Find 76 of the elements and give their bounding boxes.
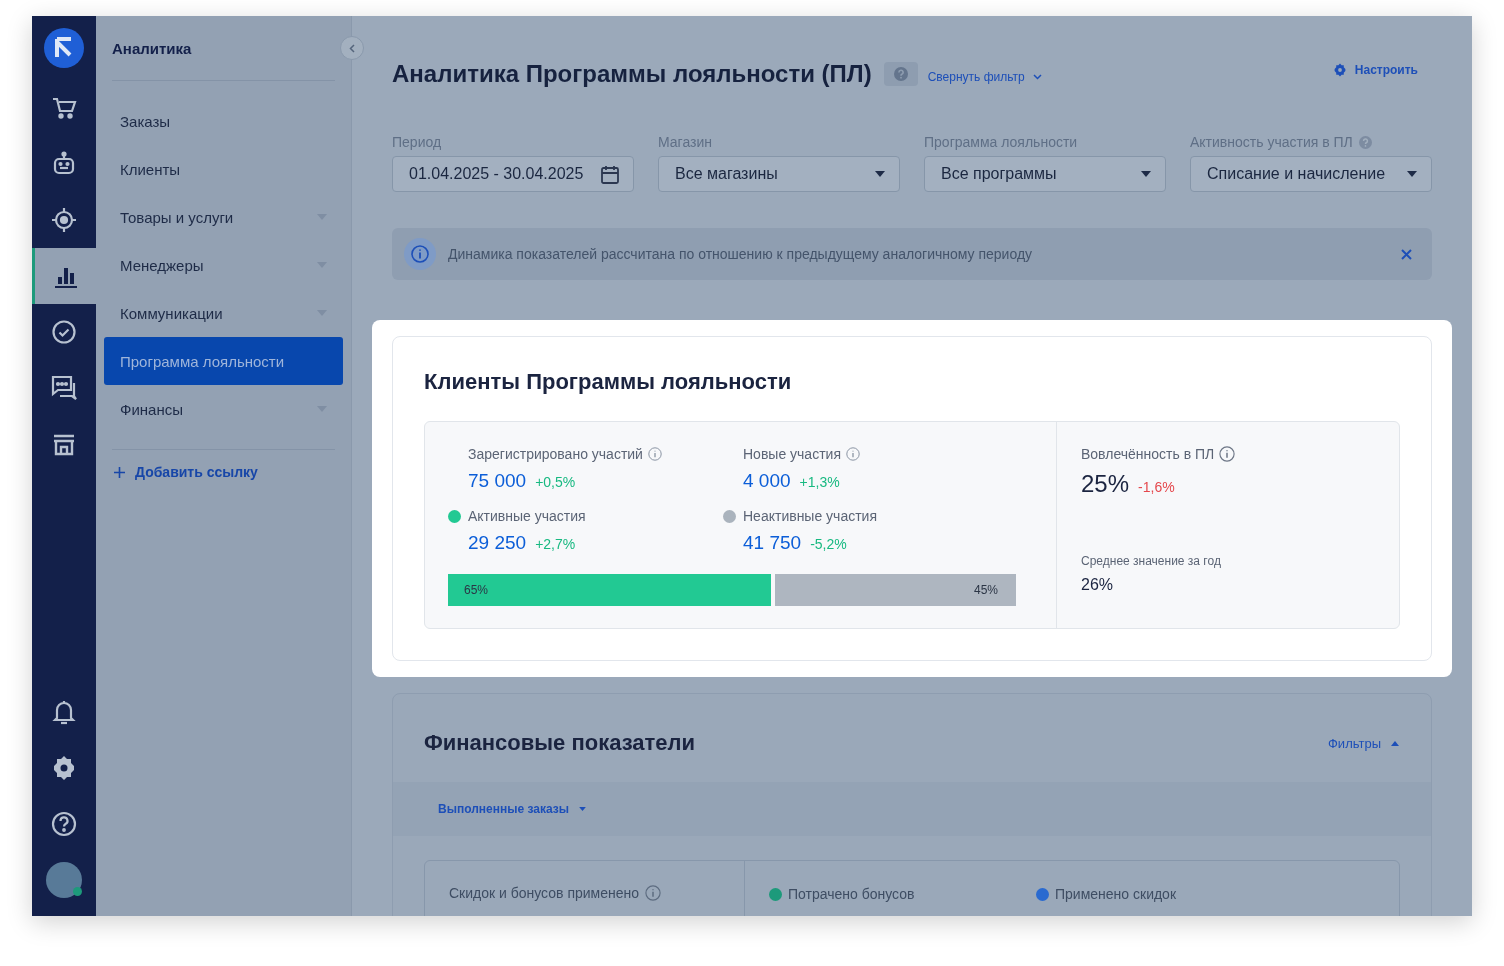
metric-change: +0,5% xyxy=(535,474,576,490)
nav-item[interactable]: Финансы xyxy=(104,385,343,433)
close-icon[interactable] xyxy=(1401,248,1412,260)
filters-toggle[interactable]: Фильтры xyxy=(1328,735,1399,751)
metric-change: -5,2% xyxy=(810,536,847,552)
settings-icon xyxy=(1332,63,1347,77)
filter-label: Активность участия в ПЛ xyxy=(1190,134,1353,150)
metric-label: Применено скидок xyxy=(1055,886,1177,902)
avatar[interactable] xyxy=(46,862,82,898)
caret-icon xyxy=(1407,171,1417,177)
metric-label: Зарегистрировано участий xyxy=(468,446,643,462)
check-circle-icon[interactable] xyxy=(51,319,77,345)
nav-item[interactable]: Программа лояльности xyxy=(104,337,343,385)
metric-value: 75 000 xyxy=(468,470,527,492)
help-icon xyxy=(1358,135,1372,149)
nav-item[interactable]: Коммуникации xyxy=(104,289,343,337)
rail-item[interactable] xyxy=(32,248,96,304)
card-title: Финансовые показатели xyxy=(424,730,696,756)
inactive-share-label: 45% xyxy=(973,583,998,597)
collapse-filter-link[interactable]: Свернуть фильтр xyxy=(927,70,1042,84)
active-share-fill: 65% xyxy=(448,574,775,606)
nav-item[interactable]: Менеджеры xyxy=(104,241,343,289)
metric-value: 4 000 xyxy=(743,470,791,492)
metric-label: Вовлечённость в ПЛ xyxy=(1081,446,1215,462)
info-icon xyxy=(1219,446,1236,462)
page-title: Аналитика Программы лояльности (ПЛ) xyxy=(392,60,872,88)
orders-dropdown[interactable]: Выполненные заказы xyxy=(438,802,586,816)
chevron-down-icon xyxy=(1032,74,1042,80)
metric-value: 41 750 xyxy=(743,532,802,554)
select-field[interactable]: Все программы xyxy=(924,156,1166,192)
calendar-icon xyxy=(601,164,619,184)
target-icon[interactable] xyxy=(51,207,77,233)
date-range-field[interactable]: 01.04.2025 - 30.04.2025 xyxy=(392,156,634,192)
nav-item[interactable]: Клиенты xyxy=(104,145,343,193)
info-icon xyxy=(645,885,662,901)
filter-label: Программа лояльности xyxy=(924,134,1078,150)
select-field[interactable]: Все магазины xyxy=(658,156,900,192)
cart-icon[interactable] xyxy=(51,95,77,121)
caret-icon xyxy=(875,171,885,177)
metric-label: Неактивные участия xyxy=(743,508,877,524)
help-icon[interactable] xyxy=(51,811,77,837)
metric-label: Новые участия xyxy=(743,446,841,462)
caret-icon xyxy=(579,807,586,811)
info-icon xyxy=(404,238,436,270)
banner-text: Динамика показателей рассчитана по отношению к предыдущему аналогичному периоду xyxy=(448,246,1033,262)
card-title: Клиенты Программы лояльности xyxy=(424,369,793,395)
average-value: 26% xyxy=(1081,576,1115,594)
filter-label: Магазин xyxy=(658,134,712,150)
metric-label: Скидок и бонусов применено xyxy=(449,885,640,901)
chat-icon[interactable] xyxy=(50,374,78,402)
select-field[interactable]: Списание и начисление xyxy=(1190,156,1432,192)
nav-title: Аналитика xyxy=(111,39,193,59)
chevron-left-icon xyxy=(349,43,355,53)
metric-label: Активные участия xyxy=(468,508,586,524)
caret-up-icon xyxy=(1391,740,1399,746)
filter-label: Период xyxy=(392,134,442,150)
caret-icon xyxy=(1141,171,1151,177)
info-icon xyxy=(845,447,860,461)
help-icon xyxy=(893,67,908,81)
robot-icon[interactable] xyxy=(51,151,77,177)
nav-item[interactable]: Заказы xyxy=(104,97,343,145)
metric-change: +2,7% xyxy=(535,536,576,552)
logo-icon[interactable] xyxy=(44,28,84,68)
plus-icon xyxy=(114,466,125,478)
settings-icon[interactable] xyxy=(51,755,77,781)
add-link[interactable]: Добавить ссылку xyxy=(114,464,258,480)
info-icon xyxy=(647,447,662,461)
metric-change: +1,3% xyxy=(799,474,840,490)
metric-value: 25% xyxy=(1081,470,1130,498)
nav-item[interactable]: Товары и услуги xyxy=(104,193,343,241)
bell-icon[interactable] xyxy=(52,699,76,725)
settings-link[interactable]: Настроить xyxy=(1332,63,1418,77)
metric-change: -1,6% xyxy=(1138,479,1175,495)
metric-label: Потрачено бонусов xyxy=(788,886,915,902)
metric-value: 29 250 xyxy=(468,532,527,554)
average-label: Среднее значение за год xyxy=(1081,554,1222,568)
